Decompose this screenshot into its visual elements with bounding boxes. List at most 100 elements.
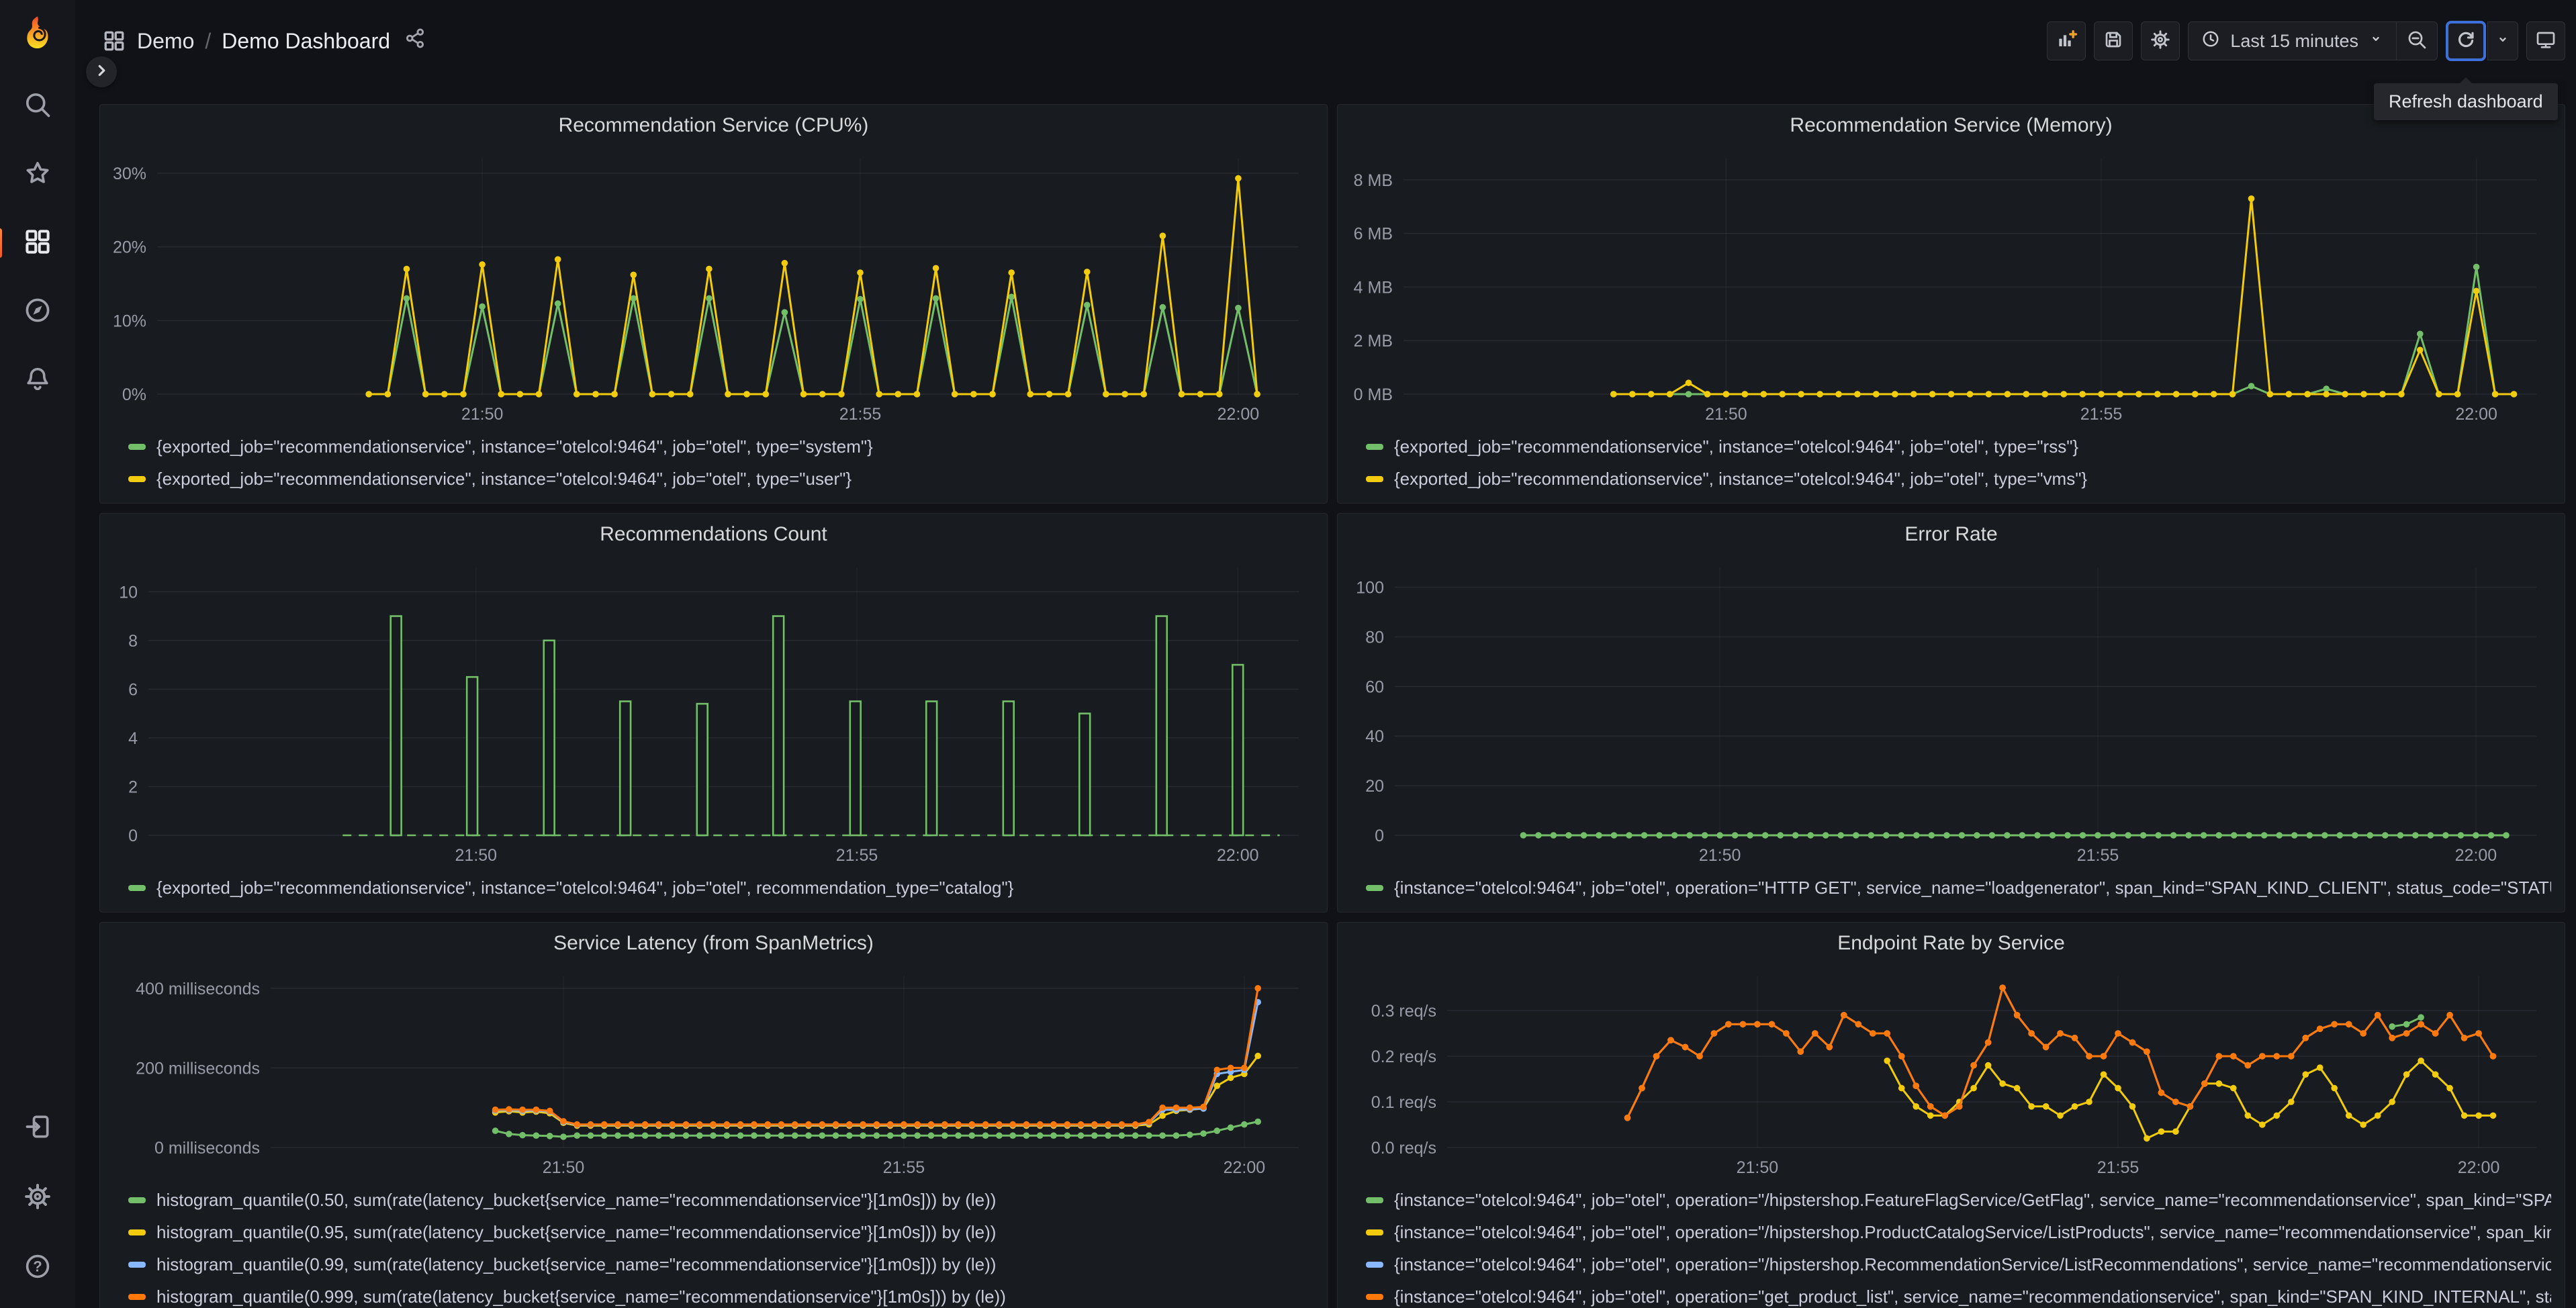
- add-panel-button[interactable]: [2047, 21, 2086, 60]
- time-series-chart[interactable]: 0 20 40 60 80 100 21:50 21:55 22:00: [1342, 555, 2558, 869]
- legend-item[interactable]: {instance="otelcol:9464", job="otel", op…: [1366, 872, 2551, 904]
- sidebar-item-alerting[interactable]: [21, 364, 54, 396]
- legend-item[interactable]: histogram_quantile(0.99, sum(rate(latenc…: [128, 1248, 1314, 1280]
- gear-icon: [2150, 29, 2171, 54]
- legend-label: {instance="otelcol:9464", job="otel", op…: [1394, 1221, 2551, 1242]
- legend-item[interactable]: {exported_job="recommendationservice", i…: [128, 872, 1314, 904]
- panel-legend: {exported_job="recommendationservice", i…: [100, 428, 1327, 503]
- time-series-chart[interactable]: 0.0 req/s 0.1 req/s 0.2 req/s 0.3 req/s 21:5…: [1342, 964, 2558, 1181]
- legend-label: {exported_job="recommendationservice", i…: [156, 468, 852, 489]
- kiosk-mode-button[interactable]: [2526, 21, 2565, 60]
- save-dashboard-button[interactable]: [2094, 21, 2133, 60]
- chevron-down-icon: [2495, 32, 2511, 51]
- svg-text:200 milliseconds: 200 milliseconds: [136, 1059, 260, 1078]
- svg-text:22:00: 22:00: [2455, 846, 2497, 865]
- time-series-chart[interactable]: 0 2 4 6 8 10 21:50 21:55 22:00: [104, 555, 1320, 869]
- time-series-chart[interactable]: 0 MB 2 MB 4 MB 6 MB 8 MB 21:50 21:55 22:00: [1342, 146, 2558, 428]
- svg-text:4 MB: 4 MB: [1354, 278, 1393, 297]
- chart-svg: 0 milliseconds 200 milliseconds 400 millis…: [136, 976, 1299, 1177]
- dashboard-toolbar: Last 15 minutes: [2047, 21, 2565, 61]
- sidebar-item-help[interactable]: ?: [21, 1252, 54, 1284]
- legend-item[interactable]: {exported_job="recommendationservice", i…: [1366, 430, 2551, 463]
- panel-title[interactable]: Service Latency (from SpanMetrics): [100, 923, 1327, 964]
- time-series-chart[interactable]: 0% 10% 20% 30% 21:50 21:55 22:00: [104, 146, 1320, 428]
- legend-item[interactable]: {exported_job="recommendationservice", i…: [128, 430, 1314, 463]
- chevron-down-icon: [2368, 31, 2384, 52]
- sidebar-expand-button[interactable]: [86, 56, 117, 87]
- share-icon: [404, 27, 426, 55]
- time-controls: Last 15 minutes: [2188, 21, 2438, 60]
- breadcrumb-section[interactable]: Demo: [137, 29, 194, 54]
- svg-text:21:50: 21:50: [1737, 1158, 1779, 1177]
- svg-text:21:50: 21:50: [461, 405, 504, 424]
- legend-item[interactable]: {instance="otelcol:9464", job="otel", op…: [1366, 1184, 2551, 1216]
- svg-text:21:55: 21:55: [883, 1158, 925, 1177]
- svg-text:4: 4: [128, 729, 138, 748]
- refresh-controls: [2446, 21, 2518, 61]
- legend-item[interactable]: {instance="otelcol:9464", job="otel", op…: [1366, 1216, 2551, 1248]
- svg-text:21:50: 21:50: [543, 1158, 585, 1177]
- legend-swatch: [128, 1293, 146, 1300]
- svg-text:8 MB: 8 MB: [1354, 171, 1393, 190]
- svg-text:0.1 req/s: 0.1 req/s: [1371, 1093, 1436, 1112]
- legend-item[interactable]: {instance="otelcol:9464", job="otel", op…: [1366, 1280, 2551, 1308]
- share-dashboard-button[interactable]: [404, 27, 426, 55]
- chart-svg: 0% 10% 20% 30% 21:50 21:55 22:00: [113, 158, 1299, 424]
- page-header: Demo / Demo Dashboard Last 15 minutes: [75, 0, 2576, 82]
- tooltip-arrow: [2458, 77, 2473, 84]
- legend-swatch: [128, 1261, 146, 1268]
- zoom-out-button[interactable]: [2397, 22, 2437, 60]
- legend-item[interactable]: histogram_quantile(0.999, sum(rate(laten…: [128, 1280, 1314, 1308]
- legend-item[interactable]: {exported_job="recommendationservice", i…: [128, 463, 1314, 495]
- panel-recommendations-count: Recommendations Count 0 2 4 6 8 10 21:50 21:55 22…: [99, 513, 1328, 913]
- legend-item[interactable]: histogram_quantile(0.95, sum(rate(latenc…: [128, 1216, 1314, 1248]
- svg-text:20%: 20%: [113, 238, 146, 257]
- dashboard-settings-button[interactable]: [2141, 21, 2180, 60]
- panel-title[interactable]: Error Rate: [1338, 514, 2565, 555]
- sidebar-item-starred[interactable]: [21, 158, 54, 191]
- legend-label: {instance="otelcol:9464", job="otel", op…: [1394, 1189, 2551, 1210]
- svg-text:10: 10: [119, 583, 138, 602]
- time-range-picker[interactable]: Last 15 minutes: [2189, 22, 2396, 60]
- legend-swatch: [1366, 1261, 1383, 1268]
- svg-text:22:00: 22:00: [2458, 1158, 2500, 1177]
- svg-text:0: 0: [128, 827, 138, 845]
- sidebar-item-dashboards[interactable]: [0, 227, 54, 259]
- panel-recommendation-service-memory: Recommendation Service (Memory) 0 MB 2 MB 4…: [1337, 104, 2565, 504]
- monitor-icon: [2535, 29, 2557, 54]
- panel-title[interactable]: Recommendations Count: [100, 514, 1327, 555]
- legend-swatch: [128, 1197, 146, 1203]
- panel-title[interactable]: Recommendation Service (CPU%): [100, 105, 1327, 146]
- legend-item[interactable]: {instance="otelcol:9464", job="otel", op…: [1366, 1248, 2551, 1280]
- star-icon: [23, 158, 52, 191]
- legend-swatch: [1366, 475, 1383, 482]
- svg-text:20: 20: [1365, 777, 1384, 796]
- svg-text:80: 80: [1365, 628, 1384, 647]
- refresh-button[interactable]: [2446, 21, 2486, 61]
- grafana-logo[interactable]: [19, 15, 56, 52]
- sidebar-item-sign-in[interactable]: [21, 1112, 54, 1144]
- panel-endpoint-rate-by-service: Endpoint Rate by Service 0.0 req/s 0.1 req…: [1337, 922, 2565, 1308]
- legend-swatch: [128, 1229, 146, 1235]
- legend-item[interactable]: {exported_job="recommendationservice", i…: [1366, 463, 2551, 495]
- active-indicator: [0, 228, 2, 258]
- tooltip-text: Refresh dashboard: [2389, 91, 2543, 111]
- sidebar-item-search[interactable]: [21, 90, 54, 122]
- breadcrumb: Demo / Demo Dashboard: [102, 27, 426, 55]
- panel-title[interactable]: Endpoint Rate by Service: [1338, 923, 2565, 964]
- panel-recommendation-service-cpu: Recommendation Service (CPU%) 0% 10% 20% 30%…: [99, 104, 1328, 504]
- sidebar-item-configuration[interactable]: [21, 1182, 54, 1214]
- legend-swatch: [1366, 443, 1383, 450]
- refresh-interval-dropdown[interactable]: [2487, 21, 2518, 60]
- breadcrumb-separator: /: [205, 28, 212, 53]
- chart-svg: 0.0 req/s 0.1 req/s 0.2 req/s 0.3 req/s 21:5…: [1371, 976, 2536, 1177]
- svg-text:21:50: 21:50: [1699, 846, 1741, 865]
- legend-swatch: [1366, 1229, 1383, 1235]
- legend-item[interactable]: histogram_quantile(0.50, sum(rate(latenc…: [128, 1184, 1314, 1216]
- panel-legend: {instance="otelcol:9464", job="otel", op…: [1338, 1181, 2565, 1308]
- compass-icon: [23, 295, 52, 328]
- time-series-chart[interactable]: 0 milliseconds 200 milliseconds 400 millis…: [104, 964, 1320, 1181]
- svg-text:22:00: 22:00: [1217, 846, 1259, 865]
- panel-legend: {exported_job="recommendationservice", i…: [100, 869, 1327, 912]
- sidebar-item-explore[interactable]: [21, 295, 54, 328]
